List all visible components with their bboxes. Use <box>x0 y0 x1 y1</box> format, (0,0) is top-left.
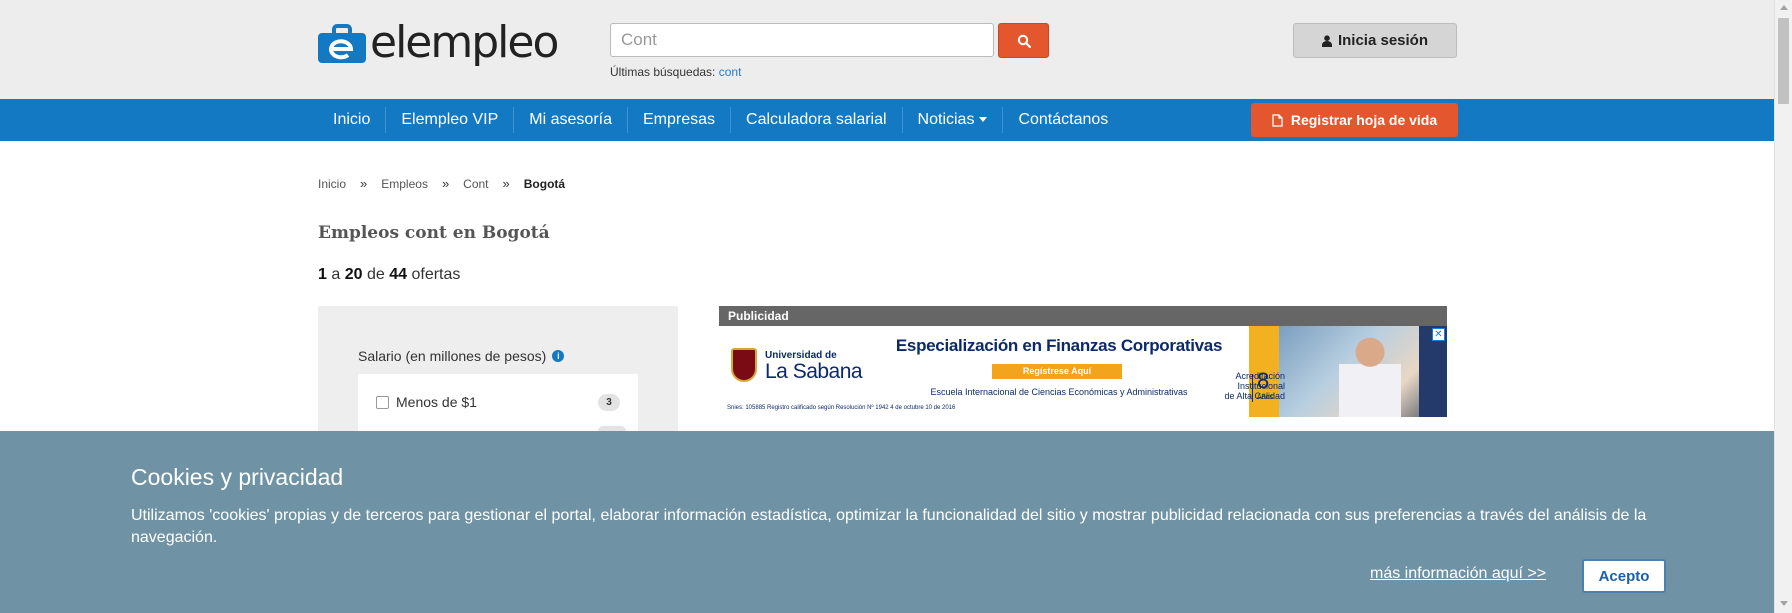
cookie-accept-button[interactable]: Acepto <box>1582 559 1666 593</box>
salary-filter-label: Salario (en millones de pesos) <box>358 348 547 364</box>
ad-banner[interactable]: Universidad de La Sabana Especialización… <box>719 326 1447 417</box>
login-label: Inicia sesión <box>1337 32 1429 49</box>
salary-option-count: 3 <box>598 394 620 411</box>
ad-university-name: La Sabana <box>765 360 863 383</box>
ad-accreditation-years-label: Años <box>1257 394 1273 401</box>
salary-option-menos-de-1[interactable]: Menos de $1 <box>376 394 477 410</box>
ad-cta-button[interactable]: Regístrese Aquí <box>992 364 1122 379</box>
page-scrollbar[interactable] <box>1774 0 1792 613</box>
salary-option-label: Menos de $1 <box>396 394 477 410</box>
info-icon[interactable]: i <box>552 350 565 362</box>
results-to: 20 <box>344 266 363 283</box>
nav-item-mi-asesoria[interactable]: Mi asesoría <box>513 107 627 133</box>
recent-searches: Últimas búsquedas: cont <box>610 65 741 79</box>
nav-item-inicio[interactable]: Inicio <box>318 107 385 133</box>
breadcrumb-empleos[interactable]: Empleos <box>381 177 428 191</box>
ad-accreditation-line2: Institucional <box>1237 381 1285 391</box>
nav-item-calculadora-salarial[interactable]: Calculadora salarial <box>730 107 902 133</box>
cookie-text: Utilizamos 'cookies' propias y de tercer… <box>131 507 1647 546</box>
recent-searches-label: Últimas búsquedas: <box>610 65 716 79</box>
results-from-to: a <box>331 266 341 283</box>
cookie-title: Cookies y privacidad <box>131 464 344 490</box>
results-from: 1 <box>318 266 327 283</box>
file-icon <box>1272 113 1283 127</box>
breadcrumb-cont[interactable]: Cont <box>463 177 488 191</box>
nav-item-elempleo-vip[interactable]: Elempleo VIP <box>385 107 513 133</box>
nav-item-noticias[interactable]: Noticias <box>901 107 1003 133</box>
elempleo-logo[interactable]: elempleo <box>318 17 559 68</box>
nav-item-noticias-label: Noticias <box>917 111 975 128</box>
search-icon <box>1017 34 1031 48</box>
header: elempleo Últimas búsquedas: cont Inicia … <box>0 0 1774 99</box>
recent-search-link[interactable]: cont <box>719 65 742 79</box>
scroll-thumb[interactable] <box>1778 18 1789 104</box>
breadcrumb-current: Bogotá <box>523 176 566 191</box>
ad-school: Escuela Internacional de Ciencias Económ… <box>930 387 1188 397</box>
salary-filter-title: Salario (en millones de pesos) i <box>358 348 565 364</box>
breadcrumb-separator: » <box>441 176 450 191</box>
ad-divider <box>1252 374 1253 402</box>
breadcrumb: Inicio » Empleos » Cont » Bogotá <box>318 176 565 191</box>
cookie-banner: Cookies y privacidad Utilizamos 'cookies… <box>0 431 1774 613</box>
results-of: de <box>366 266 385 283</box>
main-nav: Inicio Elempleo VIP Mi asesoría Empresas… <box>0 99 1774 141</box>
results-suffix: ofertas <box>411 266 461 283</box>
register-cv-button[interactable]: Registrar hoja de vida <box>1251 103 1458 137</box>
page-title: Empleos cont en Bogotá <box>318 223 550 243</box>
caret-down-icon <box>979 117 988 123</box>
login-button[interactable]: Inicia sesión <box>1293 23 1457 58</box>
breadcrumb-separator: » <box>360 176 368 191</box>
breadcrumb-inicio[interactable]: Inicio <box>318 177 346 191</box>
search-button[interactable] <box>998 23 1049 58</box>
register-cv-label: Registrar hoja de vida <box>1290 112 1438 128</box>
ad-accreditation-line1: Acreditación <box>1235 371 1285 381</box>
ad-label: Publicidad <box>719 306 1447 326</box>
nav-item-empresas[interactable]: Empresas <box>627 107 730 133</box>
scroll-down-icon[interactable] <box>1780 601 1788 606</box>
results-total: 44 <box>389 266 408 283</box>
breadcrumb-separator: » <box>502 176 510 191</box>
ad-headline: Especialización en Finanzas Corporativas <box>895 336 1223 355</box>
salary-option-checkbox[interactable] <box>376 395 389 409</box>
ad-accreditation-years: 8 <box>1257 368 1270 393</box>
ad-close-icon[interactable]: ✕ <box>1432 328 1445 341</box>
logo-icon <box>318 24 366 63</box>
ad-person-image <box>1339 334 1401 417</box>
nav-item-contactanos[interactable]: Contáctanos <box>1002 107 1123 133</box>
ad-fine-print: Snies: 105885 Registro calificado según … <box>727 405 956 411</box>
results-count: 1 a 20 de 44 ofertas <box>318 266 460 284</box>
scroll-up-icon[interactable] <box>1780 5 1788 10</box>
cookie-more-info-link[interactable]: más información aquí >> <box>1370 565 1546 583</box>
search-input[interactable] <box>610 23 994 57</box>
user-icon <box>1321 34 1332 47</box>
logo-text: elempleo <box>370 17 559 68</box>
university-shield-icon <box>731 348 757 382</box>
